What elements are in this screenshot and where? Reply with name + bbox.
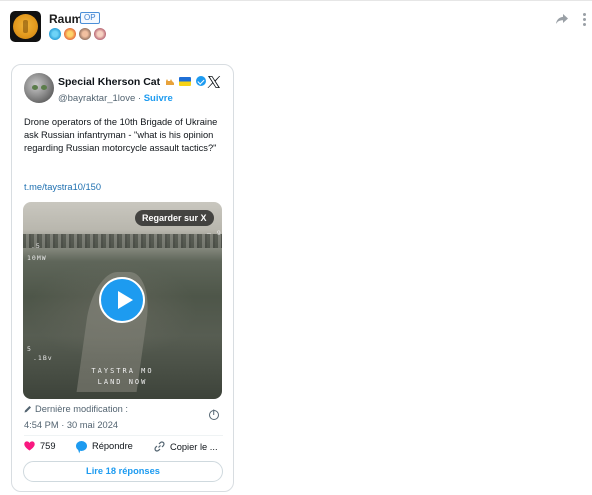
follow-link[interactable]: Suivre: [144, 93, 173, 104]
badge-pink-icon: [94, 28, 106, 40]
copy-link-button[interactable]: Copier le ...: [154, 441, 218, 452]
tweet-video[interactable]: .5 10MW — 9 5 .1Bv Regarder sur X TAYSTR…: [23, 202, 222, 399]
watch-on-x-button[interactable]: Regarder sur X: [135, 210, 214, 226]
user-avatar[interactable]: [10, 11, 41, 42]
top-divider: [0, 0, 592, 1]
edited-label: Dernière modification :: [35, 404, 129, 414]
like-button[interactable]: 759: [24, 441, 56, 451]
verified-icon: [195, 76, 206, 86]
more-options-icon[interactable]: [583, 13, 587, 27]
like-count: 759: [40, 441, 56, 451]
heart-icon: [24, 441, 35, 451]
post-username[interactable]: Raum: [49, 12, 82, 26]
copy-link-label: Copier le ...: [170, 441, 218, 452]
share-icon[interactable]: [555, 13, 569, 25]
tweet-actions: 759 Répondre Copier le ...: [24, 441, 224, 455]
tweet-author-name-text: Special Kherson Cat: [58, 76, 161, 88]
reply-label: Répondre: [92, 441, 133, 451]
hud-readout: .1Bv: [33, 354, 53, 362]
hud-readout: 5: [27, 345, 32, 353]
video-caption: TAYSTRA MO LAND NOW: [23, 366, 222, 388]
tweet-handle-row: @bayraktar_1love · Suivre: [58, 93, 173, 104]
play-icon[interactable]: [99, 277, 145, 323]
embedded-tweet-card[interactable]: Special Kherson Cat @bayraktar_1love · S…: [11, 64, 234, 492]
hud-readout: 10MW: [27, 254, 47, 262]
link-icon: [154, 441, 165, 452]
info-icon[interactable]: [209, 410, 219, 420]
hud-readout: — 9: [207, 229, 222, 237]
caption-line: LAND NOW: [97, 378, 148, 386]
tweet-text: Drone operators of the 10th Brigade of U…: [24, 117, 218, 154]
badge-orange-icon: [64, 28, 76, 40]
handle-separator: ·: [137, 93, 142, 104]
edited-label-row[interactable]: Dernière modification :: [24, 404, 128, 414]
tweet-handle: @bayraktar_1love: [58, 93, 136, 104]
x-logo-icon[interactable]: [207, 75, 221, 89]
badge-teal-icon: [49, 28, 61, 40]
read-replies-button[interactable]: Lire 18 réponses: [23, 461, 223, 482]
badge-face-icon: [79, 28, 91, 40]
reply-icon: [76, 441, 87, 451]
avatar-eye: [41, 85, 47, 90]
tweet-divider: [24, 435, 223, 436]
ukraine-flag-icon: [178, 77, 191, 86]
reply-button[interactable]: Répondre: [76, 441, 133, 451]
hud-readout: .5: [31, 242, 41, 250]
op-badge: OP: [80, 12, 100, 24]
avatar-eye: [32, 85, 38, 90]
caption-line: TAYSTRA MO: [91, 367, 154, 375]
tweet-timestamp[interactable]: 4:54 PM · 30 mai 2024: [24, 420, 118, 430]
user-badges: [49, 28, 106, 40]
video-treeline: [23, 234, 222, 248]
pencil-icon: [24, 406, 31, 413]
tweet-author-name[interactable]: Special Kherson Cat: [58, 76, 206, 88]
tweet-author-avatar[interactable]: [24, 73, 54, 103]
cat-emoji-icon: [166, 79, 175, 85]
avatar-mark: [23, 20, 28, 33]
tweet-link[interactable]: t.me/taystra10/150: [24, 182, 101, 192]
